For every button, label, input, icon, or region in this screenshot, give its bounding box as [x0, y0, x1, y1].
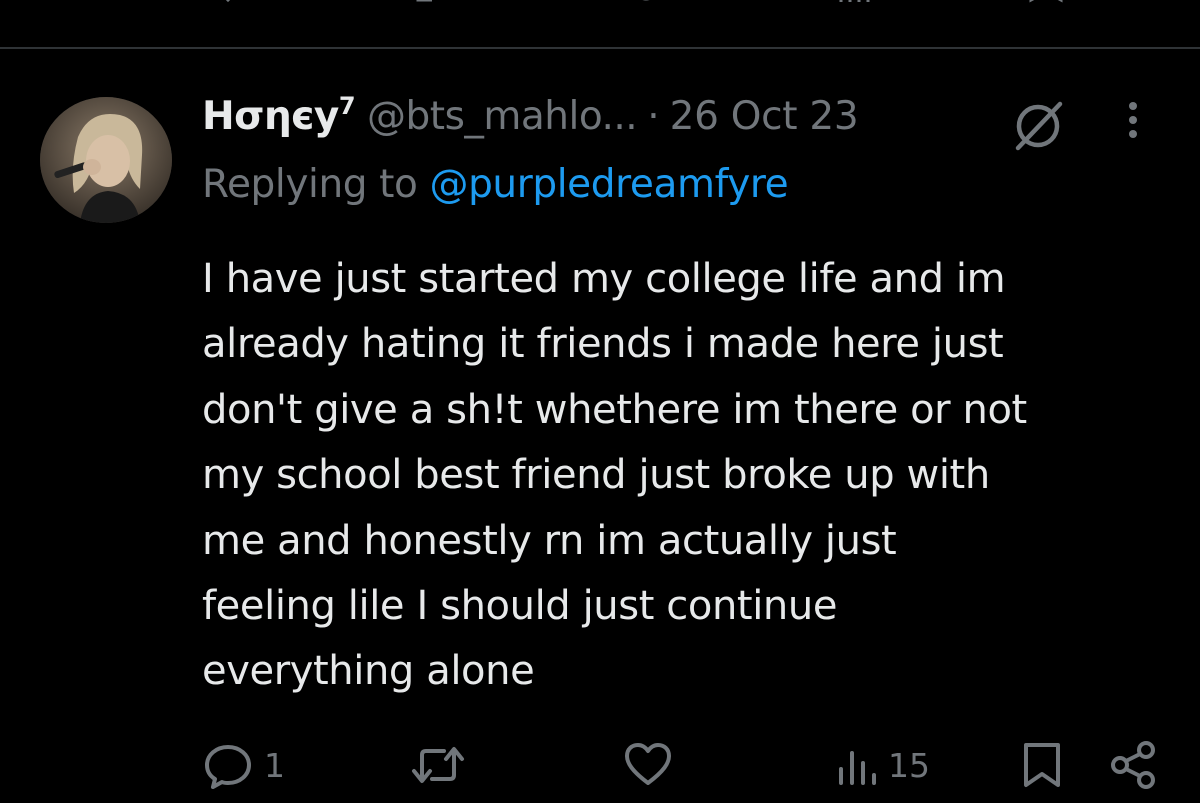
- heart-icon: [625, 743, 671, 785]
- reply-button[interactable]: 1: [202, 735, 285, 795]
- share-icon: [1111, 741, 1155, 789]
- reply-icon: [205, 745, 251, 789]
- tweet-text-line: my school best friend just broke up with: [202, 452, 990, 499]
- tweet-text-line: everything alone: [202, 648, 535, 695]
- views-count: 15: [888, 745, 930, 785]
- tweet-text: I have just started my college life and …: [202, 247, 1162, 705]
- bookmark-button[interactable]: [1020, 735, 1064, 795]
- previous-tweet-action-bar: [0, 0, 1200, 20]
- retweet-button[interactable]: [410, 735, 466, 795]
- tweet-text-line: feeling lile I should just continue: [202, 583, 838, 630]
- grok-icon[interactable]: [1010, 96, 1068, 154]
- tweet-text-line: don't give a sh!t whethere im there or n…: [202, 386, 1027, 433]
- tweet-divider: [0, 47, 1200, 49]
- bookmark-icon[interactable]: [1028, 0, 1064, 8]
- tweet-header: Hσηєу7 @bts_mahlo... · 26 Oct 23: [202, 92, 859, 148]
- reply-icon[interactable]: [214, 0, 244, 8]
- heart-icon[interactable]: [628, 0, 664, 8]
- bookmark-icon: [1024, 743, 1060, 787]
- tweet-text-line: me and honestly rn im actually just: [202, 517, 897, 564]
- tweet-text-line: I have just started my college life and …: [202, 256, 1006, 302]
- replying-to: Replying to @purpledreamfyre: [202, 162, 789, 207]
- tweet-action-bar: 1 15: [0, 735, 1200, 795]
- separator-dot: ·: [647, 94, 660, 139]
- views-button[interactable]: 15: [836, 735, 930, 795]
- share-button[interactable]: [1108, 735, 1160, 795]
- retweet-icon: [412, 747, 464, 783]
- retweet-icon[interactable]: [414, 0, 454, 8]
- user-handle[interactable]: @bts_mahlo...: [367, 94, 638, 139]
- replying-to-label: Replying to: [202, 162, 430, 207]
- reply-count: 1: [264, 745, 285, 785]
- tweet-text-line: already hating it friends i made here ju…: [202, 321, 1004, 368]
- avatar[interactable]: [40, 97, 172, 223]
- views-icon: [839, 751, 876, 785]
- tweet-date[interactable]: 26 Oct 23: [670, 94, 859, 139]
- views-icon[interactable]: [838, 0, 918, 8]
- reply-mention-link[interactable]: @purpledreamfyre: [429, 162, 788, 207]
- more-options-icon[interactable]: [1120, 100, 1146, 144]
- like-button[interactable]: [622, 735, 674, 795]
- display-name[interactable]: Hσηєу7: [202, 92, 356, 139]
